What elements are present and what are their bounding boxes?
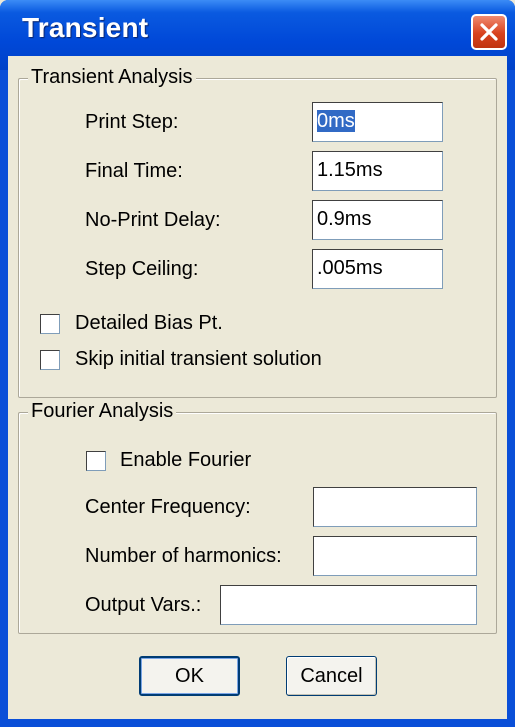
ok-button[interactable]: OK [139, 656, 240, 696]
harmonics-label: Number of harmonics: [85, 545, 282, 567]
harmonics-field[interactable] [313, 536, 477, 576]
detailed-bias-label[interactable]: Detailed Bias Pt. [75, 312, 223, 335]
close-icon [480, 23, 498, 41]
print-step-field[interactable]: 0ms [312, 102, 443, 142]
final-time-label: Final Time: [85, 160, 183, 182]
dialog-window: Transient Transient Analysis Print Step:… [0, 0, 515, 727]
close-button[interactable] [471, 14, 507, 50]
print-step-label: Print Step: [85, 111, 179, 133]
cancel-button[interactable]: Cancel [286, 656, 377, 696]
center-frequency-field[interactable] [313, 487, 477, 527]
enable-fourier-checkbox[interactable] [86, 451, 106, 471]
no-print-delay-field[interactable]: 0.9ms [312, 200, 443, 240]
fourier-analysis-legend: Fourier Analysis [28, 400, 177, 423]
output-vars-label: Output Vars.: [85, 594, 202, 616]
output-vars-field[interactable] [220, 585, 477, 625]
step-ceiling-label: Step Ceiling: [85, 258, 199, 280]
enable-fourier-label[interactable]: Enable Fourier [120, 449, 251, 472]
skip-initial-label[interactable]: Skip initial transient solution [75, 348, 322, 371]
dialog-client-area: Transient Analysis Print Step: 0ms Final… [8, 56, 507, 719]
center-frequency-label: Center Frequency: [85, 496, 251, 518]
print-step-value: 0ms [317, 110, 355, 132]
final-time-field[interactable]: 1.15ms [312, 151, 443, 191]
no-print-delay-label: No-Print Delay: [85, 209, 221, 231]
window-title: Transient [22, 12, 149, 43]
skip-initial-checkbox[interactable] [40, 350, 60, 370]
transient-analysis-legend: Transient Analysis [28, 66, 196, 89]
step-ceiling-field[interactable]: .005ms [312, 249, 443, 289]
detailed-bias-checkbox[interactable] [40, 314, 60, 334]
